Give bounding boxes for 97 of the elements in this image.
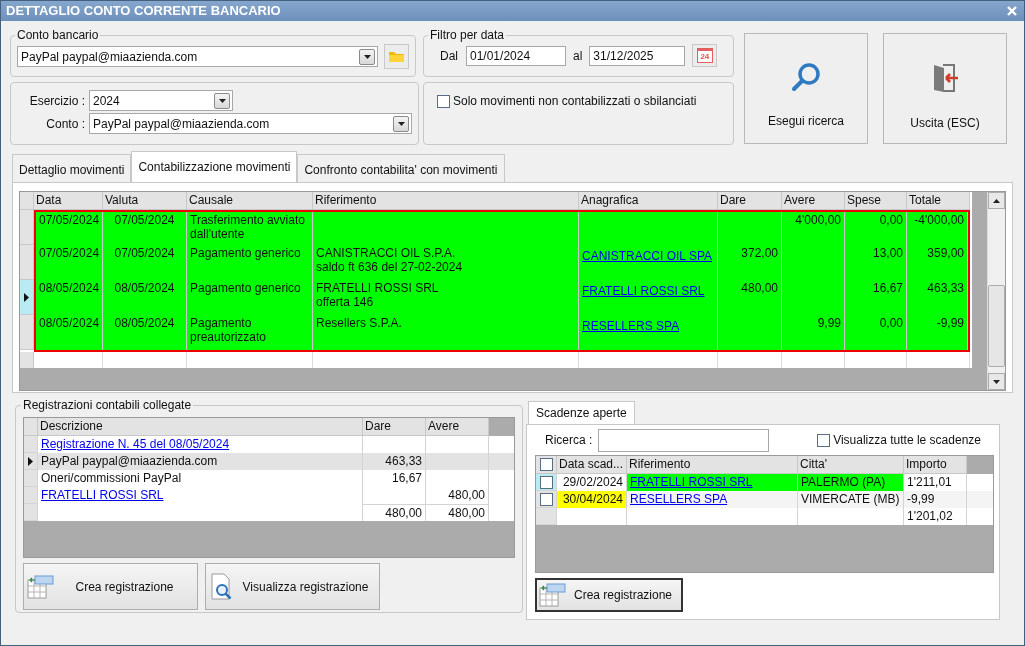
caret-icon (363, 54, 371, 59)
company-link[interactable]: CANISTRACCI OIL SPA (582, 249, 713, 263)
create-entry-button[interactable]: Crea registrazione (535, 578, 683, 612)
column-header[interactable]: Data (34, 192, 103, 210)
column-header[interactable]: Avere (782, 192, 845, 210)
company-link[interactable]: RESELLERS SPA (630, 492, 728, 506)
view-entry-button[interactable]: Visualizza registrazione (205, 563, 380, 610)
table-row[interactable]: 07/05/2024 07/05/2024 Trasferimento avviato dall'utente 4'000,00 0,00 -4'000,00 (36, 212, 968, 245)
fiscal-year-select[interactable]: 2024 (89, 90, 233, 111)
table-row[interactable]: 08/05/2024 08/05/2024 Pagamento generico FRATELLI ROSSI SRL offerta 146 FRATELLI ROSSI SRL 480,00 16,67 463,33 (36, 280, 968, 315)
column-header[interactable]: Spese (845, 192, 907, 210)
table-cell: 480,00 (363, 504, 426, 521)
field-label: Conto : (45, 115, 86, 133)
search-field[interactable] (598, 428, 770, 452)
tab[interactable]: Confronto contabilita' con movimenti (297, 154, 505, 182)
tab[interactable]: Contabilizzazione movimenti (131, 151, 298, 182)
current-row-icon (28, 456, 33, 466)
column-header[interactable]: Dare (363, 418, 426, 436)
table-row[interactable]: 08/05/2024 08/05/2024 Pagamento preautorizzato Resellers S.P.A. RESELLERS SPA 9,99 0,00 -9,99 (36, 315, 968, 350)
table-cell: 08/05/2024 (103, 315, 187, 350)
table-cell: 29/02/2024 (562, 475, 623, 489)
calendar-button[interactable]: 24 (692, 44, 718, 67)
down-arrow-icon (993, 379, 1000, 384)
dropdown-button[interactable] (393, 115, 409, 132)
column-header[interactable]: Importo (904, 456, 967, 474)
group-label: Filtro per data (429, 27, 506, 44)
table-cell: Pagamento preautorizzato (187, 315, 313, 350)
checkbox-label: Solo movimenti non contabilizzati o sbilanciati (453, 93, 697, 110)
table-cell: PayPal paypal@miaazienda.com (41, 454, 218, 468)
table-arrow-icon (539, 582, 567, 608)
account-select[interactable]: PayPal paypal@miaazienda.com (89, 113, 412, 134)
table-cell: 480,00 (426, 487, 489, 504)
table-cell: 1'201,02 (904, 508, 967, 525)
column-header[interactable]: Riferimento (313, 192, 579, 210)
company-link[interactable]: RESELLERS SPA (582, 319, 680, 333)
column-header[interactable]: Valuta (103, 192, 187, 210)
caret-icon (397, 121, 405, 126)
column-header[interactable]: Totale (907, 192, 970, 210)
create-entry-button[interactable]: Crea registrazione (23, 563, 198, 610)
checkbox-label: Visualizza tutte le scadenze (833, 432, 981, 449)
table-cell: Oneri/commissioni PayPal (41, 471, 182, 485)
table-cell: 30/04/2024 (562, 492, 623, 506)
select-all-checkbox[interactable] (539, 458, 553, 471)
search-icon (791, 62, 821, 92)
dropdown-button[interactable] (359, 48, 375, 65)
up-arrow-icon (993, 198, 1000, 203)
checkbox[interactable] (817, 433, 831, 447)
table-arrow-icon (27, 573, 55, 600)
checkbox[interactable] (539, 475, 553, 489)
table-cell: PALERMO (PA) (801, 475, 886, 489)
current-row-icon (24, 292, 29, 302)
table-cell: 0,00 (845, 315, 907, 350)
column-header[interactable]: Causale (187, 192, 313, 210)
close-icon (1007, 6, 1017, 16)
caret-icon (218, 98, 226, 103)
scroll-thumb[interactable] (988, 285, 1005, 367)
table-cell: -9,99 (907, 315, 968, 350)
column-header[interactable]: Descrizione (38, 418, 363, 436)
table-cell: 08/05/2024 (36, 315, 103, 350)
table-cell: VIMERCATE (MB) (801, 492, 900, 506)
column-header[interactable]: Dare (718, 192, 782, 210)
row-header (24, 418, 38, 436)
table-cell: 480,00 (426, 504, 489, 521)
dropdown-button[interactable] (214, 92, 230, 109)
group-label: Conto bancario (16, 27, 100, 44)
column-header[interactable]: Avere (426, 418, 489, 436)
folder-icon (388, 50, 405, 63)
close-button[interactable] (1005, 4, 1019, 18)
checkbox[interactable] (437, 94, 450, 108)
calendar-icon: 24 (696, 48, 713, 63)
tab[interactable]: Dettaglio movimenti (12, 154, 132, 182)
end-date-field[interactable]: 31/12/2025 (589, 45, 686, 66)
field-label: Dal (440, 47, 458, 65)
company-link[interactable]: FRATELLI ROSSI SRL (582, 284, 705, 298)
row-header (20, 352, 34, 368)
column-header[interactable]: Riferimento (627, 456, 798, 474)
scroll-down-button[interactable] (988, 373, 1005, 390)
scroll-up-button[interactable] (988, 192, 1005, 209)
search-button[interactable]: Esegui ricerca (744, 33, 868, 144)
table-cell: 9,99 (782, 315, 845, 350)
column-header[interactable]: Data scad... (557, 456, 627, 474)
field-label: Ricerca : (545, 432, 593, 449)
field-label: al (573, 47, 583, 65)
start-date-field[interactable]: 01/01/2024 (466, 45, 566, 66)
group-label: Registrazioni contabili collegate (22, 397, 193, 414)
column-header[interactable]: Citta' (798, 456, 904, 474)
entry-link[interactable]: FRATELLI ROSSI SRL (41, 488, 164, 502)
tab[interactable]: Scadenze aperte (528, 401, 635, 424)
exit-button[interactable]: Uscita (ESC) (883, 33, 1007, 144)
window-title: DETTAGLIO CONTO CORRENTE BANCARIO (6, 2, 281, 21)
field-label: Esercizio : (28, 92, 86, 110)
checkbox[interactable] (539, 492, 553, 506)
table-cell: Resellers S.P.A. (313, 315, 579, 350)
bank-account-select[interactable]: PayPal paypal@miaazienda.com (17, 46, 378, 67)
table-row[interactable]: 07/05/2024 07/05/2024 Pagamento generico CANISTRACCI OIL S.P.A. saldo ft 636 del 27-02-2024 CANISTRACCI OIL SPA 372,00 13,00 359,00 (36, 245, 968, 280)
column-header[interactable]: Anagrafica (579, 192, 718, 210)
scrollbar[interactable] (987, 192, 1005, 390)
